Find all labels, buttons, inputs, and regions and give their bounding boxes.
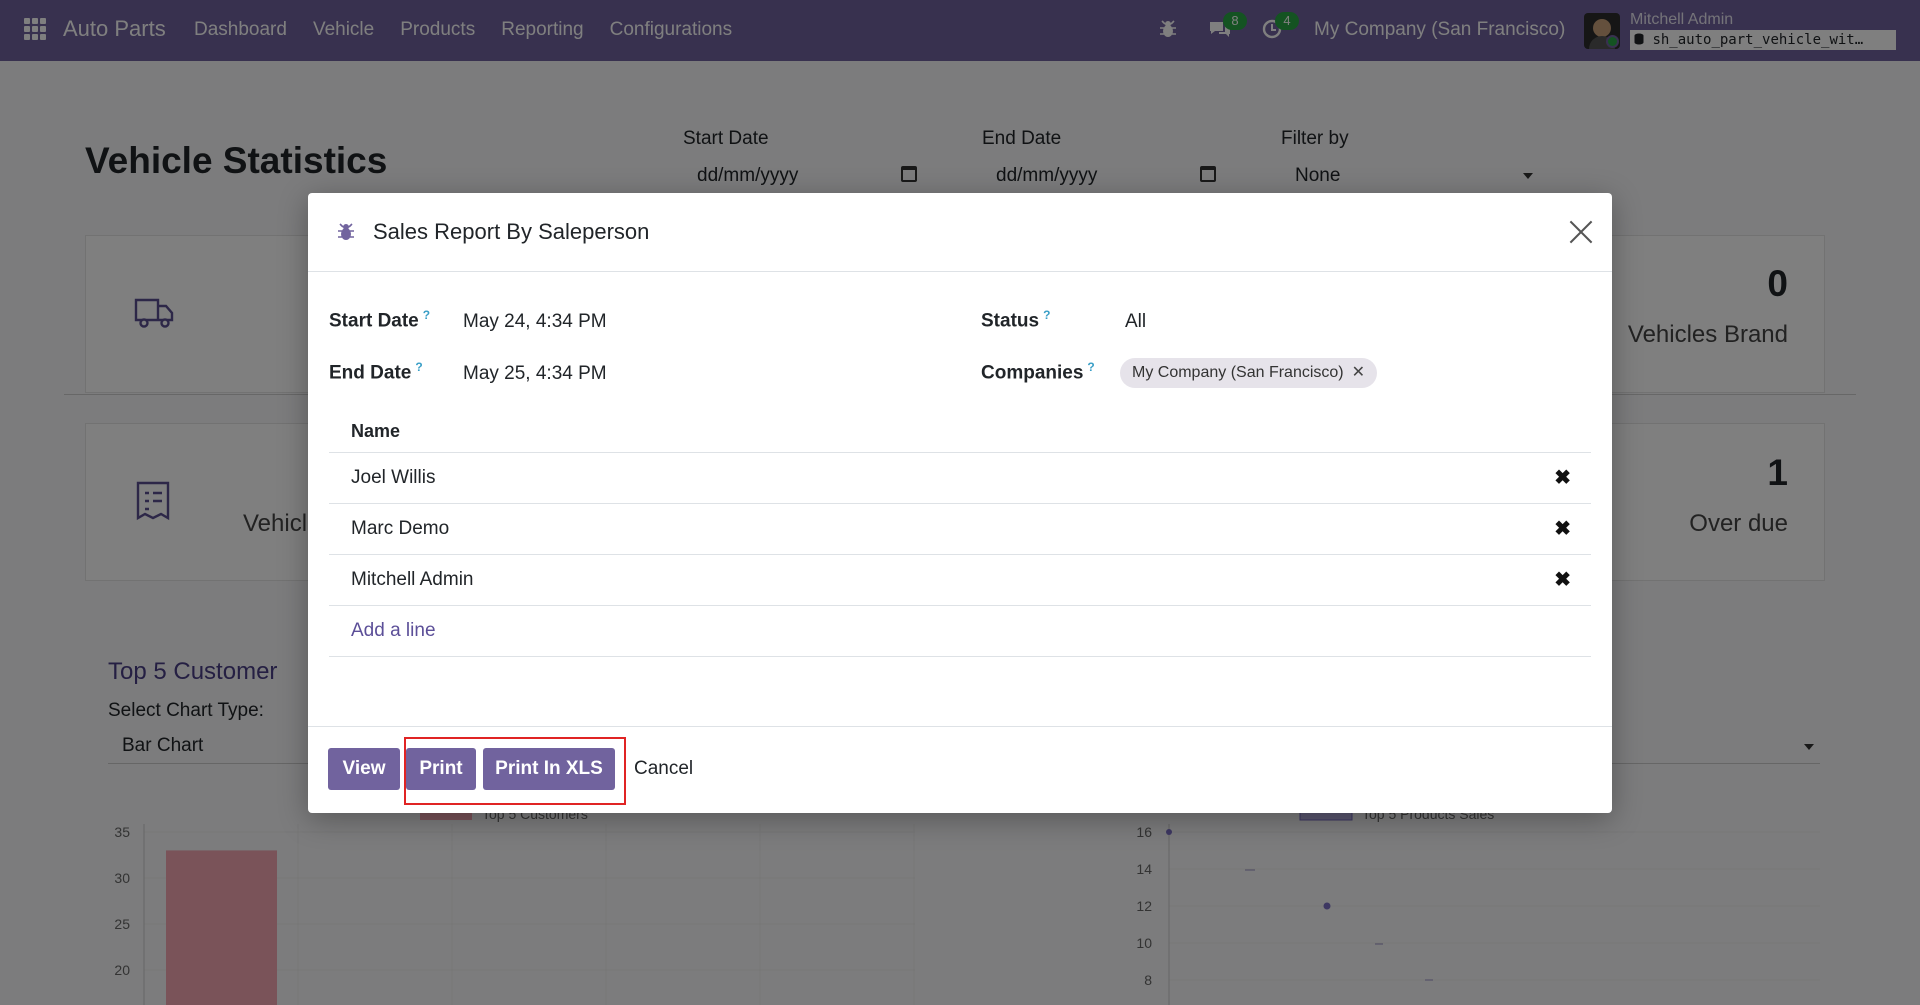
help-icon[interactable]: ? <box>415 360 422 374</box>
table-row[interactable]: Joel Willis ✖ <box>329 453 1591 504</box>
table-header-name[interactable]: Name <box>329 410 1591 453</box>
remove-row-icon[interactable]: ✖ <box>1554 555 1571 605</box>
remove-row-icon[interactable]: ✖ <box>1554 453 1571 503</box>
help-icon[interactable]: ? <box>423 308 430 322</box>
salesperson-table: Name Joel Willis ✖ Marc Demo ✖ Mitchell … <box>329 410 1591 657</box>
status-field[interactable]: All <box>1125 311 1146 333</box>
add-line-row: Add a line <box>329 606 1591 657</box>
company-tag: My Company (San Francisco) ✕ <box>1120 358 1378 388</box>
remove-row-icon[interactable]: ✖ <box>1554 504 1571 554</box>
close-icon[interactable] <box>1568 219 1594 245</box>
dialog-title: Sales Report By Saleperson <box>373 219 650 244</box>
dialog-header: Sales Report By Saleperson <box>308 193 1612 272</box>
end-date-field-label: End Date? <box>329 360 423 384</box>
view-button[interactable]: View <box>328 748 400 790</box>
tag-remove-icon[interactable]: ✕ <box>1352 358 1365 388</box>
table-row[interactable]: Marc Demo ✖ <box>329 504 1591 555</box>
help-icon[interactable]: ? <box>1087 360 1094 374</box>
highlight-box <box>404 737 626 805</box>
table-row[interactable]: Mitchell Admin ✖ <box>329 555 1591 606</box>
bug-icon <box>338 223 354 240</box>
status-field-label: Status? <box>981 308 1051 332</box>
sales-report-dialog: Sales Report By Saleperson Start Date? M… <box>308 193 1612 813</box>
help-icon[interactable]: ? <box>1043 308 1050 322</box>
companies-field-label: Companies? <box>981 360 1095 384</box>
start-date-field-label: Start Date? <box>329 308 431 332</box>
add-line-link[interactable]: Add a line <box>351 620 436 641</box>
end-date-field[interactable]: May 25, 4:34 PM <box>463 363 607 385</box>
start-date-field[interactable]: May 24, 4:34 PM <box>463 311 607 333</box>
cancel-button[interactable]: Cancel <box>634 748 693 790</box>
